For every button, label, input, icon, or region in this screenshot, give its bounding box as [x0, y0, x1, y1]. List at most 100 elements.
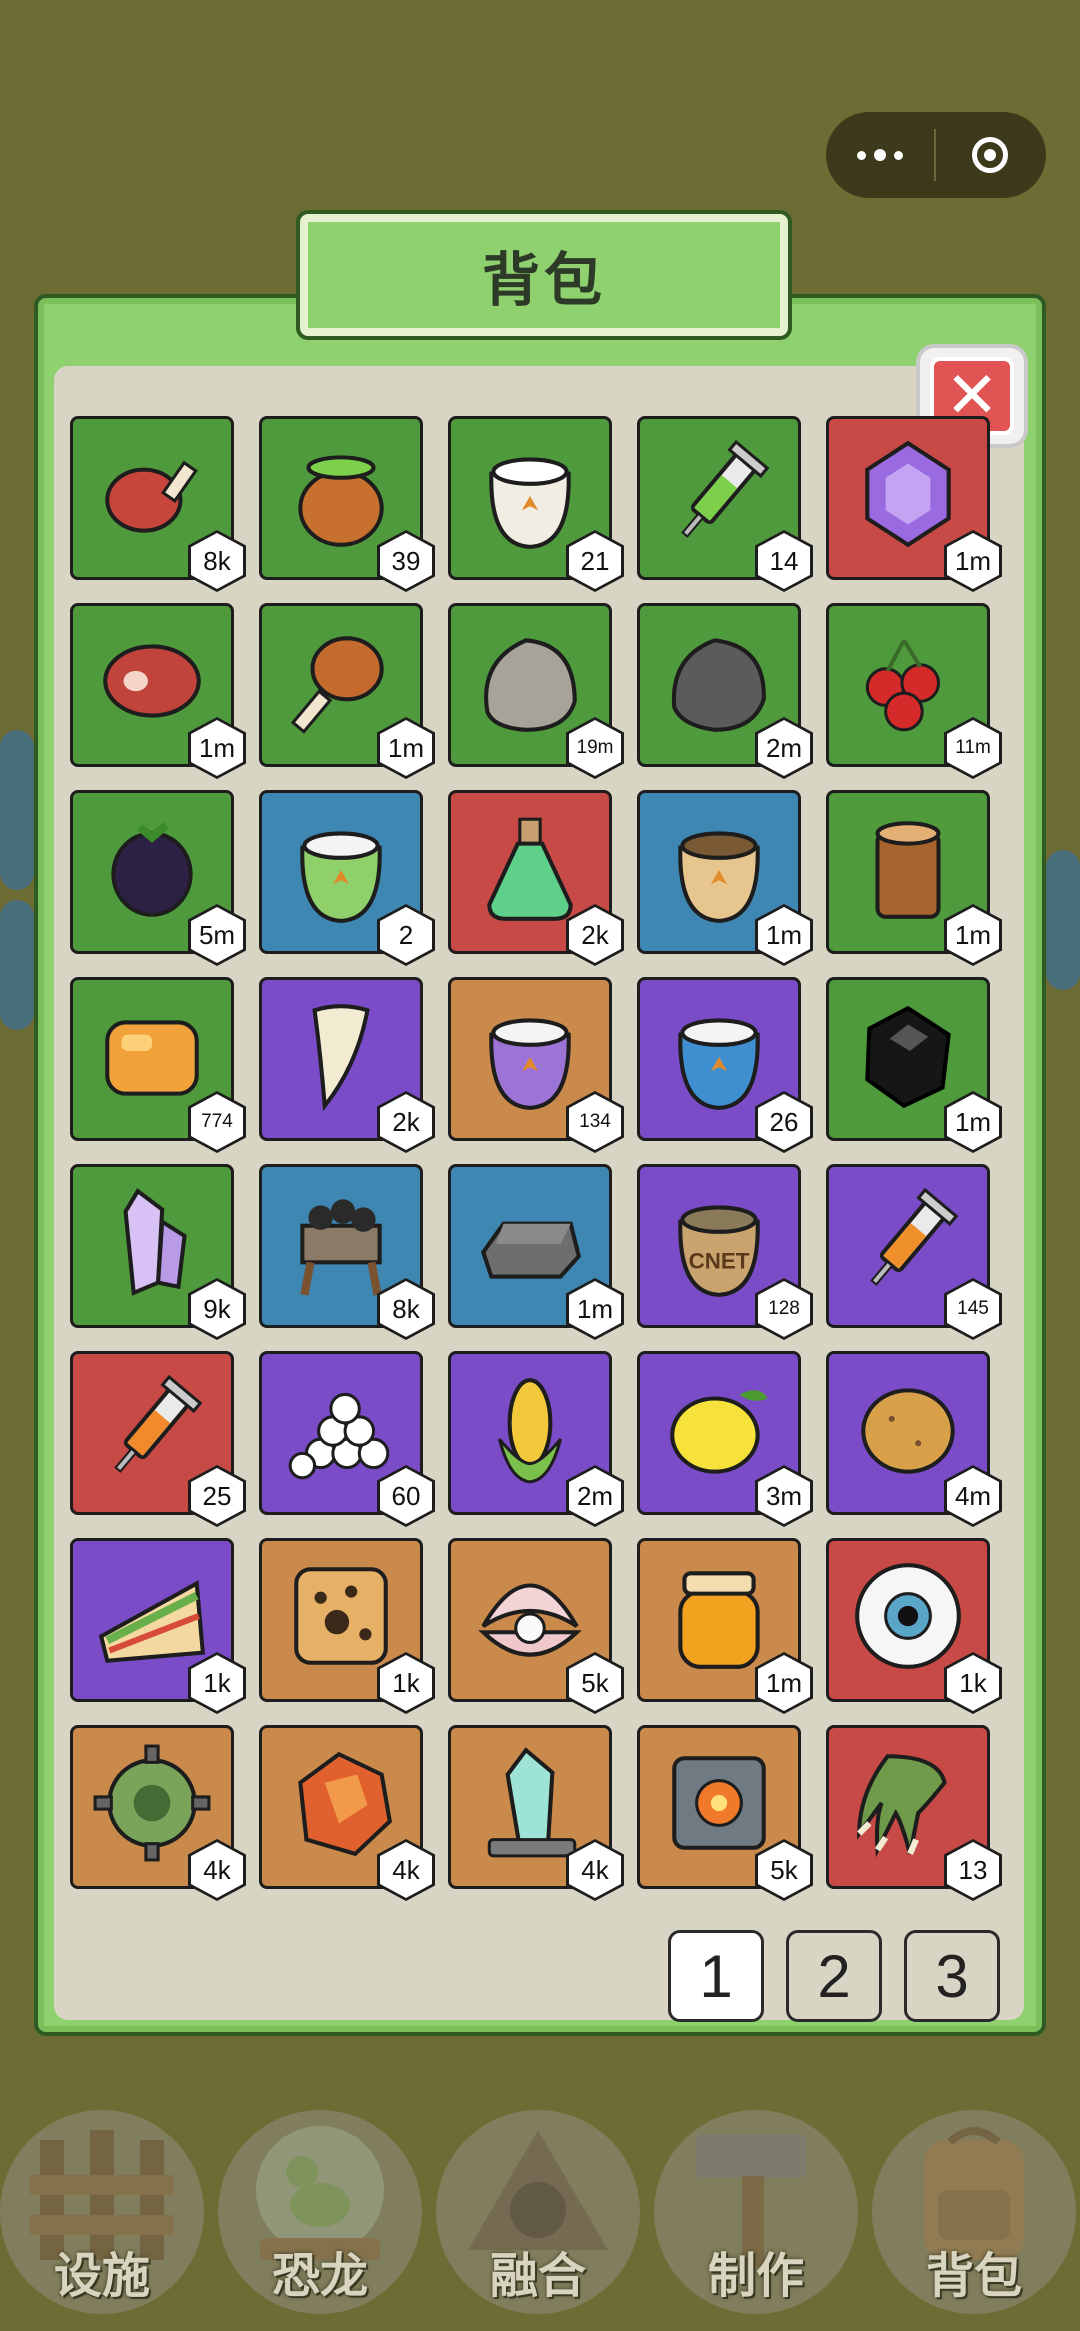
page-button-3[interactable]: 3 — [904, 1930, 1000, 2022]
dino-claw-icon — [857, 1754, 947, 1858]
nav-fusion[interactable]: 融合 — [436, 2110, 640, 2314]
nav-facilities[interactable]: 设施 — [0, 2110, 204, 2314]
inventory-slot[interactable]: 13 — [826, 1725, 1002, 1901]
inventory-slot[interactable]: 1m — [448, 1164, 624, 1340]
inventory-slot[interactable]: 8k — [259, 1164, 435, 1340]
cnet-sack-icon: CNET — [678, 1205, 760, 1297]
egg-pile-icon — [288, 1392, 390, 1480]
red-berries-icon — [865, 639, 941, 732]
inventory-slot[interactable]: 1k — [826, 1538, 1002, 1714]
virus-gear-icon — [93, 1744, 211, 1862]
inventory-slot[interactable]: 39 — [259, 416, 435, 592]
target-circle-icon[interactable] — [936, 112, 1044, 198]
inventory-slot[interactable]: 1m — [826, 790, 1002, 966]
green-seed-sack-icon — [300, 831, 382, 923]
sack-label: CNET — [689, 1248, 750, 1273]
lemon-icon — [670, 1390, 768, 1474]
blackberry-icon — [111, 822, 193, 917]
dark-ore-icon — [671, 638, 766, 732]
page-button-2[interactable]: 2 — [786, 1930, 882, 2022]
nav-label: 恐龙 — [271, 2248, 368, 2304]
inventory-slot[interactable]: 1m — [637, 790, 813, 966]
inventory-slot[interactable]: 4m — [826, 1351, 1002, 1527]
inventory-slot[interactable]: 1m — [70, 603, 246, 779]
inventory-slot[interactable]: 1m — [826, 977, 1002, 1153]
purple-seed-sack-icon — [489, 1018, 571, 1110]
roast-drumstick-icon — [290, 636, 384, 734]
inventory-slot[interactable]: 5k — [448, 1538, 624, 1714]
inventory-slot[interactable]: 4k — [259, 1725, 435, 1901]
inventory-slot[interactable]: 1m — [826, 416, 1002, 592]
grain-sack-icon — [678, 831, 760, 923]
nav-label: 制作 — [707, 2248, 804, 2304]
inventory-slot[interactable]: 2k — [448, 790, 624, 966]
page-button-1[interactable]: 1 — [668, 1930, 764, 2022]
dino-fang-icon — [312, 1004, 370, 1112]
inventory-slot[interactable]: 21 — [448, 416, 624, 592]
ice-crystal-icon — [487, 1747, 577, 1858]
inventory-slot[interactable]: 4k — [448, 1725, 624, 1901]
inventory-slot[interactable]: 11m — [826, 603, 1002, 779]
lava-rock-icon — [298, 1751, 392, 1857]
bottom-nav: 设施 恐龙 融合 制作 背包 — [0, 2090, 1080, 2331]
wood-log-icon — [875, 821, 941, 919]
raw-steak-icon — [103, 644, 201, 718]
inventory-slot[interactable]: 774 — [70, 977, 246, 1153]
inventory-slot[interactable]: 1m — [637, 1538, 813, 1714]
inventory-slot[interactable]: 9k — [70, 1164, 246, 1340]
miniprogram-capsule — [826, 112, 1046, 198]
nav-label: 融合 — [489, 2248, 586, 2304]
nav-label: 设施 — [53, 2248, 150, 2304]
pearl-shell-icon — [478, 1583, 582, 1657]
side-tab — [1046, 850, 1080, 990]
inventory-slot[interactable]: 5k — [637, 1725, 813, 1901]
inventory-slot[interactable]: 1k — [70, 1538, 246, 1714]
corn-icon — [498, 1378, 562, 1484]
inventory-slot[interactable]: 2 — [259, 790, 435, 966]
white-seed-sack-icon — [489, 457, 571, 549]
inventory-slot[interactable]: 145 — [826, 1164, 1002, 1340]
inventory-slot[interactable]: 2m — [448, 1351, 624, 1527]
inventory-slot[interactable]: 3m — [637, 1351, 813, 1527]
nav-dinosaur[interactable]: 恐龙 — [218, 2110, 422, 2314]
more-dots-icon[interactable] — [826, 112, 934, 198]
inventory-slot[interactable]: 60 — [259, 1351, 435, 1527]
green-syringe-icon — [681, 439, 770, 538]
green-potion-pot-icon — [298, 455, 384, 547]
inventory-slot[interactable]: 4k — [70, 1725, 246, 1901]
nav-backpack[interactable]: 背包 — [872, 2110, 1076, 2314]
inventory-slot[interactable]: 19m — [448, 603, 624, 779]
purple-gem-icon — [865, 440, 951, 548]
orange-syringe-icon — [114, 1374, 203, 1473]
panel-title-tab: 背包 — [296, 210, 792, 340]
nav-craft[interactable]: 制作 — [654, 2110, 858, 2314]
blue-seed-sack-icon — [678, 1018, 760, 1110]
inventory-slot[interactable]: 26 — [637, 977, 813, 1153]
side-tab — [0, 900, 34, 1030]
core-cube-icon — [672, 1756, 766, 1850]
inventory-slot[interactable]: CNET 128 — [637, 1164, 813, 1340]
inventory-slot[interactable]: 14 — [637, 416, 813, 592]
quartz-crystal-icon — [123, 1188, 187, 1296]
sandwich-slice-icon — [98, 1580, 206, 1663]
gray-stone-icon — [484, 638, 577, 732]
inventory-slot[interactable]: 5m — [70, 790, 246, 966]
green-flask-icon — [487, 817, 573, 921]
inventory-slot[interactable]: 1m — [259, 603, 435, 779]
page-title: 背包 — [481, 246, 606, 314]
leopard-hide-icon — [294, 1567, 388, 1665]
dart-syringe-icon — [870, 1187, 959, 1286]
inventory-slot[interactable]: 134 — [448, 977, 624, 1153]
honey-jar-icon — [678, 1571, 760, 1669]
iron-ingot-icon — [480, 1221, 582, 1279]
side-tab — [0, 730, 34, 890]
black-crystal-icon — [865, 1005, 951, 1109]
eyeball-icon — [855, 1563, 961, 1669]
inventory-slot[interactable]: 2m — [637, 603, 813, 779]
inventory-slot[interactable]: 1k — [259, 1538, 435, 1714]
nav-label: 背包 — [925, 2248, 1022, 2304]
inventory-slot[interactable]: 25 — [70, 1351, 246, 1527]
inventory-slot[interactable]: 8k — [70, 416, 246, 592]
pager: 1 2 3 — [668, 1930, 1000, 2022]
inventory-slot[interactable]: 2k — [259, 977, 435, 1153]
